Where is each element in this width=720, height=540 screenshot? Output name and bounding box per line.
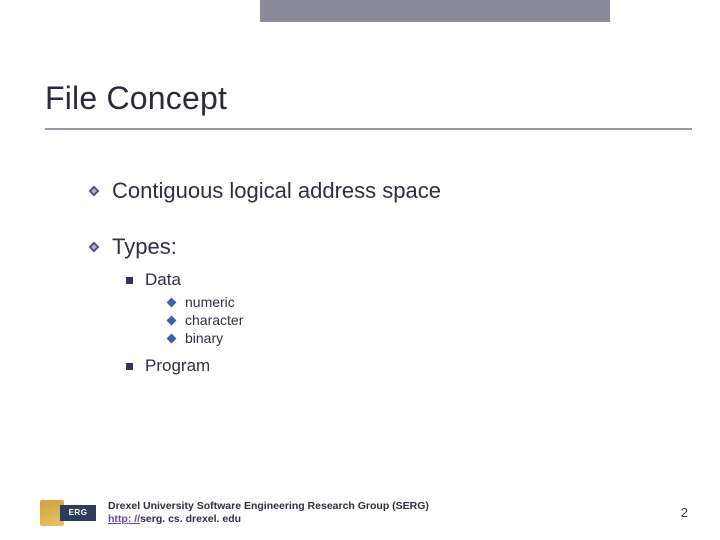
slide-title-wrap: File Concept bbox=[45, 80, 680, 117]
footer-link[interactable]: http: // bbox=[108, 513, 140, 525]
diamond-bullet-icon bbox=[88, 185, 100, 197]
small-diamond-bullet-icon bbox=[167, 297, 177, 307]
bullet-level1: Contiguous logical address space bbox=[88, 178, 680, 204]
footer-org: Drexel University Software Engineering R… bbox=[108, 500, 429, 512]
page-number: 2 bbox=[681, 505, 692, 520]
square-bullet-icon bbox=[126, 277, 133, 284]
bullet-text: character bbox=[185, 312, 243, 328]
slide-title: File Concept bbox=[45, 80, 680, 117]
logo-text: ERG bbox=[60, 505, 96, 521]
footer-link-prefix: http: // bbox=[108, 513, 140, 525]
bullet-level2: Program bbox=[126, 356, 680, 376]
bullet-text: numeric bbox=[185, 294, 235, 310]
serg-logo: ERG bbox=[40, 500, 96, 526]
small-diamond-bullet-icon bbox=[167, 333, 177, 343]
footer-link-rest: serg. cs. drexel. edu bbox=[140, 513, 241, 525]
title-underline bbox=[45, 128, 692, 130]
header-accent-bar bbox=[260, 0, 610, 22]
bullet-level2: Data bbox=[126, 270, 680, 290]
slide-footer: ERG Drexel University Software Engineeri… bbox=[40, 500, 692, 526]
bullet-text: Data bbox=[145, 270, 181, 290]
bullet-text: Contiguous logical address space bbox=[112, 178, 441, 204]
bullet-text: Types: bbox=[112, 234, 177, 260]
bullet-text: binary bbox=[185, 330, 223, 346]
square-bullet-icon bbox=[126, 363, 133, 370]
bullet-text: Program bbox=[145, 356, 210, 376]
diamond-bullet-icon bbox=[88, 241, 100, 253]
bullet-level1: Types: bbox=[88, 234, 680, 260]
bullet-level3: numeric bbox=[168, 294, 680, 310]
slide-body: Contiguous logical address space Types: … bbox=[88, 170, 680, 380]
bullet-level3: character bbox=[168, 312, 680, 328]
footer-text: Drexel University Software Engineering R… bbox=[108, 500, 681, 526]
bullet-level3: binary bbox=[168, 330, 680, 346]
small-diamond-bullet-icon bbox=[167, 315, 177, 325]
